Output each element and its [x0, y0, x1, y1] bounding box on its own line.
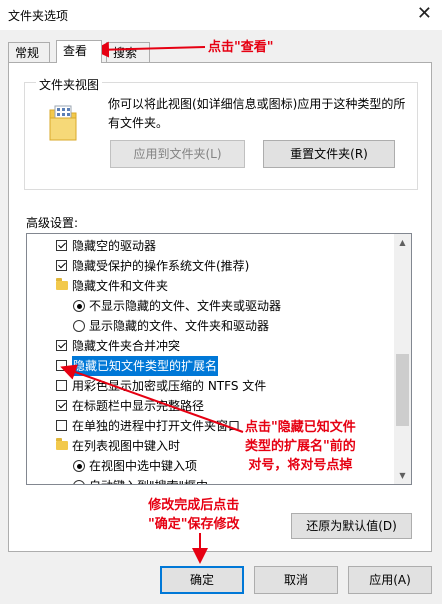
setting-label: 隐藏文件夹合并冲突 [72, 339, 181, 353]
setting-checkbox[interactable] [56, 400, 67, 411]
setting-label: 不显示隐藏的文件、文件夹或驱动器 [89, 299, 282, 313]
setting-row[interactable]: 用彩色显示加密或压缩的 NTFS 文件 [27, 376, 395, 396]
setting-checkbox[interactable] [56, 340, 67, 351]
setting-row[interactable]: 不显示隐藏的文件、文件夹或驱动器 [27, 296, 395, 316]
setting-row[interactable]: 隐藏文件夹合并冲突 [27, 336, 395, 356]
tab-general[interactable]: 常规 [8, 42, 50, 62]
setting-row[interactable]: 隐藏文件和文件夹 [27, 276, 395, 296]
setting-row[interactable]: 隐藏空的驱动器 [27, 236, 395, 256]
annotation-line: "确定"保存修改 [148, 517, 240, 532]
setting-label: 隐藏已知文件类型的扩展名 [72, 356, 219, 376]
setting-label: 用彩色显示加密或压缩的 NTFS 文件 [72, 379, 267, 393]
setting-label: 隐藏空的驱动器 [72, 239, 157, 253]
tab-view[interactable]: 查看 [56, 40, 102, 63]
scroll-down-icon[interactable]: ▼ [394, 467, 411, 484]
setting-checkbox[interactable] [56, 260, 67, 271]
folder-icon [56, 278, 68, 290]
setting-row[interactable]: 显示隐藏的文件、文件夹和驱动器 [27, 316, 395, 336]
restore-defaults-button[interactable]: 还原为默认值(D) [291, 513, 412, 539]
tab-search[interactable]: 搜索 [106, 42, 150, 62]
scroll-thumb[interactable] [396, 354, 409, 426]
setting-checkbox[interactable] [56, 420, 67, 431]
close-icon[interactable]: ✕ [417, 3, 432, 24]
folder-view-icon [49, 105, 77, 141]
setting-label: 隐藏文件和文件夹 [72, 279, 169, 293]
scroll-up-icon[interactable]: ▲ [394, 234, 411, 251]
cancel-button[interactable]: 取消 [254, 566, 338, 594]
vertical-scrollbar[interactable]: ▲ ▼ [394, 234, 411, 484]
annotation-click-view: 点击"查看" [208, 40, 274, 55]
folder-icon [56, 438, 68, 450]
setting-label: 显示隐藏的文件、文件夹和驱动器 [89, 319, 270, 333]
folder-views-title: 文件夹视图 [36, 76, 103, 93]
annotation-line: 对号，将对号点掉 [248, 458, 353, 473]
setting-label: 在视图中选中键入项 [89, 459, 198, 473]
setting-checkbox[interactable] [56, 380, 67, 391]
setting-row[interactable]: 在标题栏中显示完整路径 [27, 396, 395, 416]
title-bar: 文件夹选项 ✕ [0, 0, 442, 30]
annotation-click-ok: 修改完成后点击 "确定"保存修改 [148, 496, 240, 534]
setting-row[interactable]: 自动键入到"搜索"框中 [27, 476, 395, 484]
annotation-line: 点击"隐藏已知文件 [245, 420, 356, 435]
setting-radio[interactable] [73, 480, 85, 484]
apply-to-folders-button[interactable]: 应用到文件夹(L) [110, 140, 245, 168]
annotation-line: 修改完成后点击 [148, 498, 240, 513]
setting-radio[interactable] [73, 300, 85, 312]
setting-label: 自动键入到"搜索"框中 [89, 476, 208, 484]
setting-label: 在标题栏中显示完整路径 [72, 399, 205, 413]
annotation-uncheck-extension: 点击"隐藏已知文件 类型的扩展名"前的 对号，将对号点掉 [245, 418, 356, 475]
setting-radio[interactable] [73, 320, 85, 332]
reset-folders-button[interactable]: 重置文件夹(R) [263, 140, 395, 168]
folder-views-description: 你可以将此视图(如详细信息或图标)应用于这种类型的所有文件夹。 [108, 97, 406, 130]
window-title: 文件夹选项 [8, 9, 69, 23]
advanced-settings-label: 高级设置: [26, 216, 79, 230]
setting-row[interactable]: 隐藏已知文件类型的扩展名 [27, 356, 395, 376]
setting-checkbox[interactable] [56, 240, 67, 251]
setting-label: 隐藏受保护的操作系统文件(推荐) [72, 259, 250, 273]
annotation-line: 类型的扩展名"前的 [245, 439, 356, 454]
setting-label: 在列表视图中键入时 [72, 439, 181, 453]
setting-row[interactable]: 隐藏受保护的操作系统文件(推荐) [27, 256, 395, 276]
setting-label: 在单独的进程中打开文件夹窗口 [72, 419, 241, 433]
apply-button[interactable]: 应用(A) [348, 566, 432, 594]
setting-checkbox[interactable] [56, 360, 67, 371]
setting-radio[interactable] [73, 460, 85, 472]
ok-button[interactable]: 确定 [160, 566, 244, 594]
